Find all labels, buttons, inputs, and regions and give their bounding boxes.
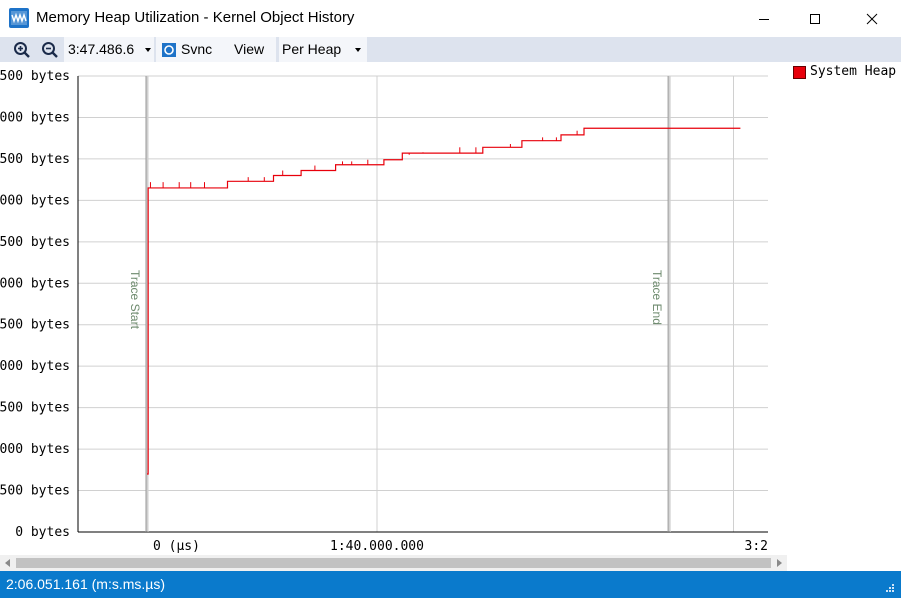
legend-label-system-heap: System Heap bbox=[810, 64, 897, 79]
sync-label: Svnc bbox=[181, 41, 213, 57]
waveform-app-icon[interactable] bbox=[9, 8, 29, 28]
heap-mode-caret-icon[interactable] bbox=[355, 48, 361, 52]
title-bar: Memory Heap Utilization - Kernel Object … bbox=[0, 0, 901, 37]
y-tick-label: 500 bytes bbox=[0, 69, 70, 84]
minimize-button[interactable] bbox=[736, 0, 791, 37]
y-tick-label: 000 bytes bbox=[0, 359, 70, 374]
zoom-out-button[interactable] bbox=[40, 39, 60, 60]
maximize-icon bbox=[809, 13, 820, 24]
close-button[interactable] bbox=[844, 0, 899, 37]
zoom-in-icon bbox=[14, 41, 30, 58]
minimize-icon bbox=[758, 18, 769, 20]
trace-marker-label: Trace End bbox=[650, 270, 664, 325]
y-tick-label: 000 bytes bbox=[0, 110, 70, 125]
scroll-left-icon[interactable] bbox=[5, 559, 10, 567]
heap-chart[interactable]: 0 bytes 500 bytes 000 bytes 500 bytes 000 by… bbox=[0, 62, 787, 555]
toolbar: 3:47.486.6 Svnc View Per Heap bbox=[0, 37, 901, 62]
time-dropdown-caret-icon[interactable] bbox=[145, 48, 151, 52]
plot-area[interactable]: 0 bytes 500 bytes 000 bytes 500 bytes 000 by… bbox=[0, 62, 787, 555]
y-tick-label: 000 bytes bbox=[0, 193, 70, 208]
y-tick-label: 500 bytes bbox=[0, 318, 70, 333]
legend: System Heap bbox=[787, 62, 901, 555]
maximize-button[interactable] bbox=[787, 0, 842, 37]
horizontal-scrollbar[interactable] bbox=[0, 555, 787, 571]
scrollbar-thumb[interactable] bbox=[16, 558, 771, 568]
window-title: Memory Heap Utilization - Kernel Object … bbox=[36, 9, 355, 26]
status-bar: 2:06.051.161 (m:s.ms.µs) bbox=[0, 571, 901, 598]
time-value: 3:47.486.6 bbox=[68, 41, 135, 57]
zoom-out-icon bbox=[42, 41, 58, 58]
status-text: 2:06.051.161 (m:s.ms.µs) bbox=[6, 576, 166, 592]
y-tick-label: 500 bytes bbox=[0, 152, 70, 167]
y-tick-label: 000 bytes bbox=[0, 442, 70, 457]
legend-swatch-system-heap bbox=[793, 66, 806, 79]
close-icon bbox=[866, 13, 877, 24]
trace-marker-label: Trace Start bbox=[128, 270, 142, 330]
y-tick-label: 000 bytes bbox=[0, 276, 70, 291]
resize-grip-icon[interactable] bbox=[885, 583, 895, 593]
sync-icon-wrap bbox=[160, 39, 178, 60]
zoom-in-button[interactable] bbox=[12, 39, 32, 60]
y-tick-label: 500 bytes bbox=[0, 484, 70, 499]
x-tick-label: 0 (µs) bbox=[153, 539, 200, 554]
scroll-right-icon[interactable] bbox=[777, 559, 782, 567]
y-tick-label: 500 bytes bbox=[0, 235, 70, 250]
x-tick-label: 3:2 bbox=[745, 539, 768, 554]
x-tick-label: 1:40.000.000 bbox=[330, 539, 424, 554]
sync-icon bbox=[162, 42, 176, 57]
view-menu[interactable]: View bbox=[234, 41, 264, 57]
y-tick-label: 500 bytes bbox=[0, 401, 70, 416]
y-tick-label: 0 bytes bbox=[15, 525, 70, 540]
heap-mode-value: Per Heap bbox=[282, 41, 342, 57]
